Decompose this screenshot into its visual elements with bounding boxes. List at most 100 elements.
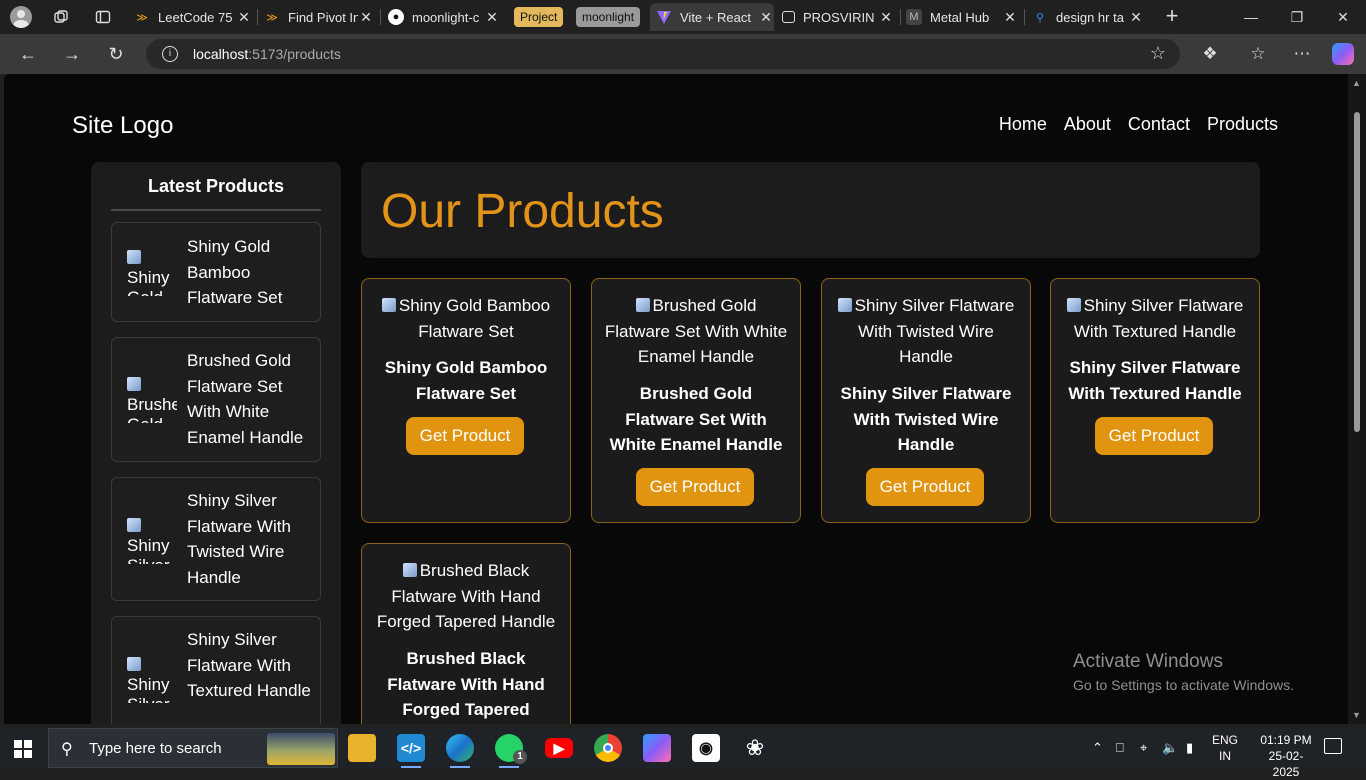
get-product-button[interactable]: Get Product [406,417,524,455]
close-tab-icon[interactable]: ✕ [1002,9,1018,26]
whatsapp-icon[interactable]: 1 [495,734,527,768]
extensions-icon[interactable]: ❖ [1198,42,1222,66]
site-logo[interactable]: Site Logo [72,112,173,140]
system-clock[interactable]: 01:19 PM 25-02-2025 [1256,732,1316,780]
file-explorer-icon[interactable] [348,734,376,762]
region-code: IN [1219,749,1231,763]
close-window-button[interactable]: ✕ [1320,0,1366,34]
show-hidden-icons[interactable]: ⌃ [1092,740,1103,756]
close-tab-icon[interactable]: ✕ [236,9,252,26]
volume-icon[interactable]: 🔈 [1162,740,1178,756]
latest-product-item[interactable]: Shiny Silver Shiny Silver Flatware With … [111,477,321,601]
address-bar[interactable]: i localhost:5173/products ☆ [146,39,1180,69]
close-tab-icon[interactable]: ✕ [358,9,374,26]
tab-group-project[interactable]: Project [514,7,564,27]
close-tab-icon[interactable]: ✕ [878,9,894,26]
tab-metal-hub[interactable]: M Metal Hub ✕ [906,3,1018,31]
page-scrollbar[interactable]: ▲ ▼ [1348,74,1366,724]
broken-image-icon [127,250,141,264]
scrollbar-thumb[interactable] [1354,112,1360,432]
leetcode-icon: ≫ [136,11,148,24]
chrome-icon[interactable] [594,734,622,762]
get-product-button[interactable]: Get Product [1095,417,1213,455]
tab-design-search[interactable]: ⚲ design hr ta ✕ [1032,3,1144,31]
get-product-button[interactable]: Get Product [636,468,754,506]
edge-icon[interactable] [446,734,474,768]
sidebar-divider [111,209,321,211]
scroll-down-icon[interactable]: ▼ [1352,710,1361,720]
tab-find-pivot[interactable]: ≫ Find Pivot In ✕ [264,3,374,31]
back-button[interactable]: ← [16,42,40,66]
search-icon: ⚲ [1035,11,1045,24]
taskbar-search-box[interactable]: ⚲ Type here to search [48,728,338,768]
latest-product-item[interactable]: Shiny Gold Shiny Gold Bamboo Flatware Se… [111,222,321,322]
forward-button[interactable]: → [60,42,84,66]
close-tab-icon[interactable]: ✕ [758,9,774,26]
workspaces-icon[interactable] [50,6,72,28]
product-card: Shiny Gold Bamboo Flatware Set Shiny Gol… [361,278,571,523]
metalhub-icon: M [906,9,922,25]
language-indicator[interactable]: ENG IN [1212,732,1238,764]
copilot-icon[interactable] [643,734,671,762]
favorite-star-icon[interactable]: ☆ [1150,43,1166,64]
product-thumbnail: Shiny Silver [127,655,177,703]
tab-separator [257,9,258,25]
latest-product-item[interactable]: Shiny Silver Shiny Silver Flatware With … [111,616,321,724]
clock-time: 01:19 PM [1260,733,1312,747]
watermark-subtitle: Go to Settings to activate Windows. [1073,677,1294,693]
latest-products-sidebar: Latest Products Shiny Gold Shiny Gold Ba… [91,162,341,724]
tab-moonlight-github[interactable]: ● moonlight-c ✕ [388,3,500,31]
tab-prosvirin[interactable]: PROSVIRIN ✕ [782,3,894,31]
restore-button[interactable]: ❐ [1274,0,1320,34]
notifications-icon[interactable] [1324,738,1342,754]
windows-start-icon[interactable] [14,740,32,758]
tab-actions-icon[interactable] [92,6,114,28]
nav-home[interactable]: Home [999,114,1047,135]
tab-title: Find Pivot In [288,9,358,25]
site-info-icon[interactable]: i [162,46,178,62]
chatgpt-icon[interactable]: ❀ [741,734,769,762]
url-text[interactable]: localhost:5173/products [193,46,341,62]
close-tab-icon[interactable]: ✕ [1128,9,1144,26]
leetcode-icon: ≫ [266,11,278,24]
tab-title: design hr ta [1056,9,1124,25]
vscode-icon[interactable]: </> [397,734,425,768]
github-icon[interactable]: ◉ [692,734,720,762]
github-icon: ● [388,9,404,25]
product-image: Brushed Gold Flatware Set With White Ena… [604,296,788,366]
nav-products[interactable]: Products [1207,114,1278,135]
favorites-icon[interactable]: ☆ [1246,42,1270,66]
new-tab-button[interactable]: + [1160,5,1184,29]
nav-about[interactable]: About [1064,114,1111,135]
search-highlight-image[interactable] [267,733,335,765]
scroll-up-icon[interactable]: ▲ [1352,78,1361,88]
copilot-icon[interactable] [1332,43,1354,65]
get-product-button[interactable]: Get Product [866,468,984,506]
products-hero: Our Products [361,162,1260,258]
tab-group-moonlight[interactable]: moonlight [576,7,641,27]
minimize-button[interactable]: — [1228,0,1274,34]
more-menu-icon[interactable]: ⋯ [1290,42,1314,66]
search-icon: ⚲ [61,741,73,758]
tab-leetcode[interactable]: ≫ LeetCode 75 ✕ [134,3,252,31]
close-tab-icon[interactable]: ✕ [484,9,500,26]
profile-avatar[interactable] [10,6,32,28]
refresh-button[interactable]: ↻ [104,42,128,66]
device-icon[interactable]: ⎕ [1116,740,1124,756]
tab-title: Vite + React [680,9,751,25]
youtube-icon[interactable]: ▶ [545,738,573,758]
product-title: Brushed Gold Flatware Set With White Ena… [609,384,783,454]
latest-product-item[interactable]: Brushed Gold Brushed Gold Flatware Set W… [111,337,321,462]
main-nav: Home About Contact Products [999,114,1278,135]
nav-contact[interactable]: Contact [1128,114,1190,135]
wifi-icon[interactable]: ⌖ [1140,740,1147,756]
battery-icon[interactable]: ▮ [1186,740,1193,756]
search-placeholder: Type here to search [89,740,222,757]
tab-vite-react[interactable]: Vite + React ✕ [650,3,774,31]
browser-toolbar: ← → ↻ i localhost:5173/products ☆ ❖ ☆ ⋯ [0,34,1366,74]
tab-title: PROSVIRIN [803,9,875,25]
product-card: Shiny Silver Flatware With Textured Hand… [1050,278,1260,523]
product-title: Shiny Silver Flatware With Twisted Wire … [840,384,1012,454]
product-image: Brushed Black Flatware With Hand Forged … [376,561,556,631]
watermark-title: Activate Windows [1073,651,1223,672]
